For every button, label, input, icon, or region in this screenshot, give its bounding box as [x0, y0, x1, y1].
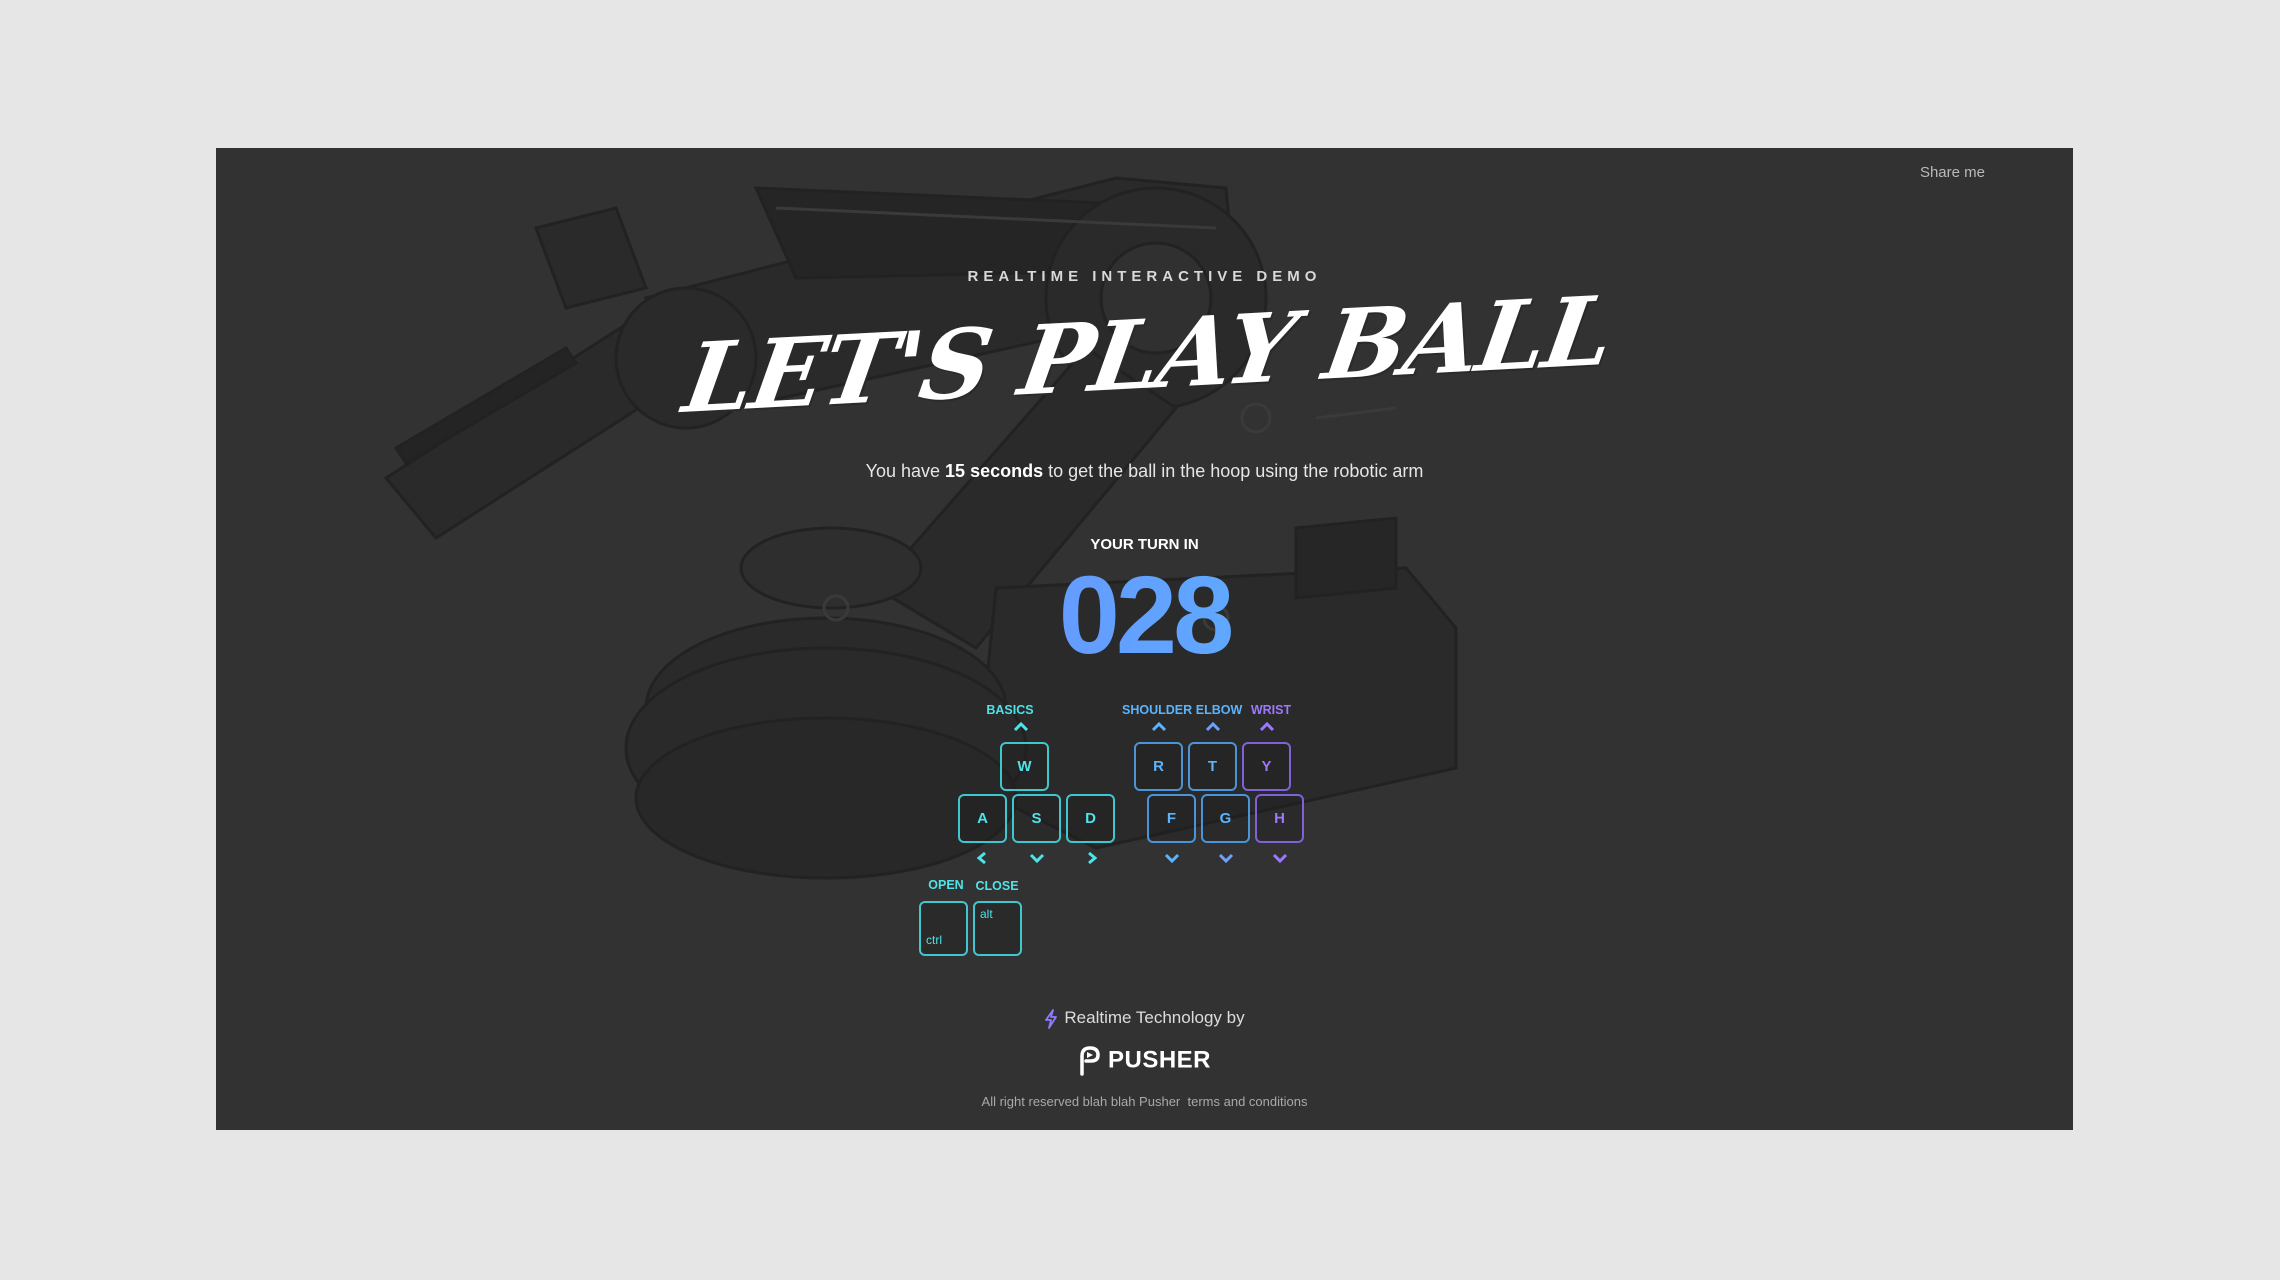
chevron-up-icon — [1013, 721, 1029, 732]
shoulder-label: SHOULDER — [1122, 703, 1193, 717]
key-g[interactable]: G — [1201, 794, 1250, 843]
hero-subtitle-bold: 15 seconds — [945, 461, 1044, 481]
chevron-down-icon — [1164, 853, 1180, 864]
tech-credit-label: Realtime Technology by — [1064, 1008, 1245, 1027]
key-alt[interactable]: alt — [973, 901, 1022, 956]
tech-credit: Realtime Technology by — [216, 1008, 2073, 1029]
pusher-brand[interactable]: PUSHER — [216, 1046, 2073, 1076]
key-w[interactable]: W — [1000, 742, 1049, 791]
chevron-right-icon — [1088, 852, 1098, 864]
footer-legal: All right reserved blah blah Pusher term… — [216, 1094, 2073, 1109]
lightning-bolt-icon — [1045, 1008, 1058, 1029]
pusher-brand-name: PUSHER — [1107, 1046, 1212, 1074]
chevron-left-icon — [976, 852, 986, 864]
chevron-up-icon — [1259, 721, 1275, 732]
terms-link[interactable]: terms and conditions — [1188, 1094, 1308, 1109]
basics-label: BASICS — [986, 703, 1034, 717]
close-label: CLOSE — [975, 879, 1019, 893]
key-t[interactable]: T — [1188, 742, 1237, 791]
pusher-logo-icon — [1080, 1046, 1100, 1076]
hero-subtitle-prefix: You have — [865, 461, 946, 481]
key-ctrl[interactable]: ctrl — [919, 901, 968, 956]
open-label: OPEN — [928, 878, 964, 892]
chevron-up-icon — [1205, 721, 1221, 732]
chevron-down-icon — [1029, 853, 1045, 864]
turn-countdown: 028 — [216, 550, 2073, 682]
key-h[interactable]: H — [1255, 794, 1304, 843]
copyright-text: All right reserved blah blah Pusher — [981, 1094, 1181, 1109]
chevron-up-icon — [1151, 721, 1167, 732]
key-s[interactable]: S — [1012, 794, 1061, 843]
hero-subtitle: You have 15 seconds to get the ball in t… — [216, 461, 2073, 482]
key-f[interactable]: F — [1147, 794, 1196, 843]
elbow-label: ELBOW — [1195, 703, 1243, 717]
key-r[interactable]: R — [1134, 742, 1183, 791]
share-link[interactable]: Share me — [1920, 164, 1985, 181]
key-y[interactable]: Y — [1242, 742, 1291, 791]
key-a[interactable]: A — [958, 794, 1007, 843]
chevron-down-icon — [1218, 853, 1234, 864]
wrist-label: WRIST — [1250, 703, 1292, 717]
chevron-down-icon — [1272, 853, 1288, 864]
hero-subtitle-suffix: to get the ball in the hoop using the ro… — [1043, 461, 1424, 481]
app-frame: Share me REALTIME INTERACTIVE DEMO LET'S… — [216, 148, 2073, 1130]
key-d[interactable]: D — [1066, 794, 1115, 843]
